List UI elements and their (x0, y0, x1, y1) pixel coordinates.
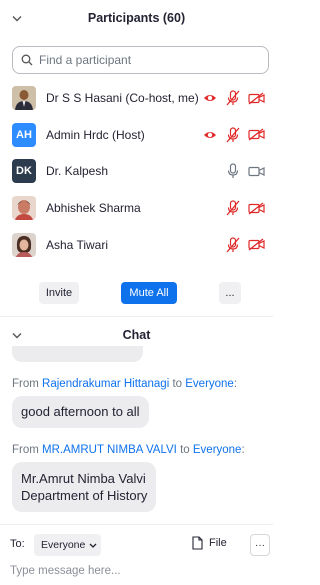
participant-name: Abhishek Sharma (46, 201, 141, 216)
recipient-dropdown[interactable]: Everyone (34, 534, 101, 556)
avatar (12, 196, 36, 221)
chevron-down-icon (89, 543, 97, 548)
mic-icon[interactable] (224, 162, 242, 180)
video-off-icon[interactable] (247, 199, 265, 217)
mic-muted-icon[interactable] (224, 126, 242, 144)
search-icon (21, 54, 33, 66)
chat-recipient-bar: To: Everyone File ··· (0, 534, 273, 556)
participant-name: Admin Hrdc (Host) (46, 127, 145, 142)
participant-row[interactable]: Asha Tiwari (0, 226, 273, 263)
share-icon[interactable] (201, 89, 219, 107)
video-off-icon[interactable] (247, 126, 265, 144)
recipient-link[interactable]: Everyone (185, 378, 234, 390)
invite-button[interactable]: Invite (39, 282, 79, 304)
chat-bubble-clipped (12, 346, 143, 362)
participant-search-box[interactable] (12, 46, 269, 74)
message-input[interactable] (10, 562, 265, 580)
participant-row[interactable]: Dr S S Hasani (Co-host, me) (0, 80, 273, 117)
video-icon[interactable] (247, 162, 265, 180)
collapse-participants-icon[interactable] (10, 11, 24, 25)
mic-muted-icon[interactable] (224, 199, 242, 217)
participant-actions: Invite Mute All ... (0, 282, 273, 304)
avatar (12, 86, 36, 111)
mic-muted-icon[interactable] (224, 89, 242, 107)
panel-divider (0, 316, 273, 317)
mic-muted-icon[interactable] (224, 236, 242, 254)
message-sender-line: From MR.AMRUT NIMBA VALVI to Everyone: (12, 444, 245, 456)
participant-list: Dr S S Hasani (Co-host, me) AH Admin Hrd… (0, 80, 273, 263)
share-icon[interactable] (201, 126, 219, 144)
participant-row[interactable]: Abhishek Sharma (0, 190, 273, 227)
avatar: AH (12, 122, 36, 147)
participant-row[interactable]: AH Admin Hrdc (Host) (0, 117, 273, 154)
video-off-icon[interactable] (247, 236, 265, 254)
participant-search-input[interactable] (39, 53, 259, 67)
mute-all-button[interactable]: Mute All (121, 282, 177, 304)
participants-header: Participants (60) (0, 3, 273, 33)
participant-name: Asha Tiwari (46, 237, 109, 252)
chat-message-bubble: Mr.Amrut Nimba Valvi Department of Histo… (12, 462, 157, 512)
avatar: DK (12, 159, 36, 184)
collapse-chat-icon[interactable] (10, 328, 24, 342)
chat-more-button[interactable]: ··· (250, 534, 270, 556)
sender-link[interactable]: Rajendrakumar Hittanagi (42, 378, 169, 390)
file-button[interactable]: File (192, 536, 227, 550)
footer-divider (0, 524, 273, 525)
sender-link[interactable]: MR.AMRUT NIMBA VALVI (42, 444, 177, 456)
participant-name: Dr S S Hasani (Co-host, me) (46, 91, 199, 106)
chat-message-bubble: good afternoon to all (12, 396, 149, 428)
avatar (12, 232, 36, 257)
recipient-link[interactable]: Everyone (193, 444, 242, 456)
message-sender-line: From Rajendrakumar Hittanagi to Everyone… (12, 378, 238, 390)
more-options-button[interactable]: ... (219, 282, 241, 304)
participant-name: Dr. Kalpesh (46, 164, 109, 179)
participant-row[interactable]: DK Dr. Kalpesh (0, 153, 273, 190)
video-off-icon[interactable] (247, 89, 265, 107)
file-icon (192, 536, 203, 550)
participants-title: Participants (60) (87, 11, 186, 25)
to-label: To: (10, 538, 25, 550)
chat-title: Chat (122, 328, 151, 342)
